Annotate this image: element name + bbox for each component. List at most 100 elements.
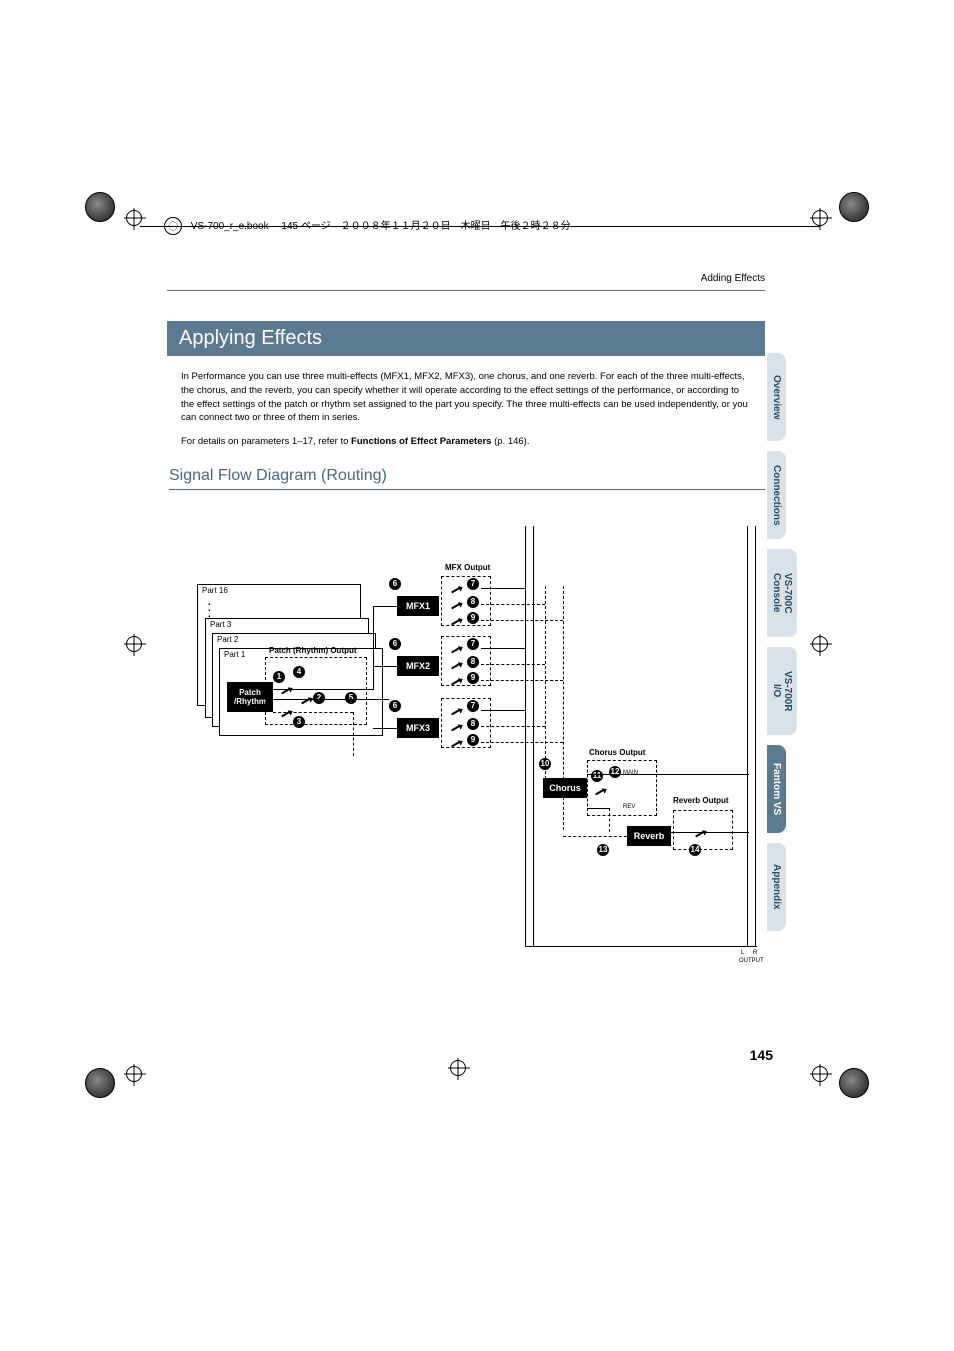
num-6: 6	[389, 578, 401, 590]
tab-appendix[interactable]: Appendix	[767, 843, 786, 931]
num-9: 9	[467, 672, 479, 684]
running-head: Adding Effects	[167, 273, 765, 291]
section-title: Applying Effects	[167, 321, 765, 356]
route-line	[373, 606, 374, 690]
route-line	[481, 588, 525, 589]
registration-mark	[126, 210, 142, 226]
registration-mark	[812, 210, 828, 226]
num-5: 5	[345, 692, 357, 704]
route-line	[481, 726, 545, 727]
num-10: 10	[539, 758, 551, 770]
out-l: L	[741, 950, 744, 956]
num-8: 8	[467, 596, 479, 608]
num-12: 12	[609, 766, 621, 778]
out-r: R	[753, 950, 757, 956]
tab-vs700c-console[interactable]: VS-700C Console	[767, 549, 797, 637]
paragraph-1: In Performance you can use three multi-e…	[181, 370, 751, 425]
patch-output-label: Patch (Rhythm) Output	[269, 646, 357, 655]
paragraph-2: For details on parameters 1–17, refer to…	[181, 435, 751, 449]
num-2: 2	[313, 692, 325, 704]
route-line	[373, 728, 397, 729]
output-bus	[755, 526, 756, 946]
route-line	[373, 606, 397, 607]
side-tabs: Overview Connections VS-700C Console VS-…	[767, 353, 793, 941]
num-7: 7	[467, 578, 479, 590]
num-6: 6	[389, 638, 401, 650]
route-line	[273, 699, 389, 700]
knob-icon	[449, 704, 461, 716]
route-line	[273, 712, 353, 713]
body-text: In Performance you can use three multi-e…	[181, 370, 751, 449]
num-8: 8	[467, 718, 479, 730]
chorus-box: Chorus	[543, 778, 587, 798]
ellipsis-dots: ···	[207, 600, 212, 618]
num-9: 9	[467, 612, 479, 624]
num-14: 14	[689, 844, 701, 856]
num-9: 9	[467, 734, 479, 746]
corner-badge-tr	[839, 192, 869, 222]
route-line	[671, 832, 749, 833]
num-7: 7	[467, 700, 479, 712]
registration-mark	[126, 1066, 142, 1082]
route-line	[587, 774, 641, 775]
num-3: 3	[293, 716, 305, 728]
route-line	[609, 808, 610, 832]
output-bus	[747, 526, 748, 946]
route-line	[481, 620, 563, 621]
num-13: 13	[597, 844, 609, 856]
corner-badge-bl	[85, 1068, 115, 1098]
subheading: Signal Flow Diagram (Routing)	[169, 467, 765, 490]
corner-badge-tl	[85, 192, 115, 222]
knob-icon	[449, 658, 461, 670]
route-line	[525, 946, 757, 947]
tab-overview[interactable]: Overview	[767, 353, 786, 441]
mfx-output-label: MFX Output	[445, 563, 490, 572]
main-bus	[533, 526, 534, 946]
knob-icon	[449, 582, 461, 594]
num-8: 8	[467, 656, 479, 668]
reverb-output-label: Reverb Output	[673, 796, 729, 805]
route-line	[353, 712, 354, 756]
corner-badge-br	[839, 1068, 869, 1098]
route-line	[481, 742, 563, 743]
tab-connections[interactable]: Connections	[767, 451, 786, 539]
tab-vs700r-io[interactable]: VS-700R I/O	[767, 647, 797, 735]
knob-icon	[449, 720, 461, 732]
output-label: OUTPUT	[739, 958, 764, 964]
routing-diagram: Part 16 Part 3 Part 2 Part 1 ··· Patch /…	[181, 526, 753, 956]
chorus-output-label: Chorus Output	[589, 748, 645, 757]
num-6: 6	[389, 700, 401, 712]
reverb-box: Reverb	[627, 826, 671, 846]
registration-mark	[126, 636, 142, 652]
route-line	[563, 836, 627, 837]
knob-icon	[449, 642, 461, 654]
knob-icon	[449, 598, 461, 610]
knob-icon	[449, 614, 461, 626]
registration-mark	[450, 1060, 466, 1076]
route-line	[481, 604, 545, 605]
registration-mark	[812, 636, 828, 652]
chorus-send-bus	[545, 586, 546, 784]
route-line	[481, 648, 525, 649]
main-label: MAIN	[623, 770, 638, 776]
page-content: Adding Effects Applying Effects In Perfo…	[167, 273, 765, 1043]
mfx3-box: MFX3	[397, 718, 439, 738]
registration-mark	[812, 1066, 828, 1082]
route-line	[481, 680, 563, 681]
route-line	[641, 774, 749, 775]
main-bus	[525, 526, 526, 946]
route-line	[273, 689, 373, 690]
tab-fantom-vs[interactable]: Fantom VS	[767, 745, 786, 833]
cross-ref-link[interactable]: Functions of Effect Parameters	[351, 436, 491, 447]
route-line	[481, 664, 545, 665]
route-line	[587, 808, 609, 809]
header-rule	[140, 226, 820, 227]
mfx2-box: MFX2	[397, 656, 439, 676]
mfx1-box: MFX1	[397, 596, 439, 616]
rev-label: REV	[623, 804, 635, 810]
page-number: 145	[750, 1047, 773, 1063]
route-line	[373, 666, 397, 667]
num-11: 11	[591, 770, 603, 782]
num-7: 7	[467, 638, 479, 650]
knob-icon	[449, 674, 461, 686]
